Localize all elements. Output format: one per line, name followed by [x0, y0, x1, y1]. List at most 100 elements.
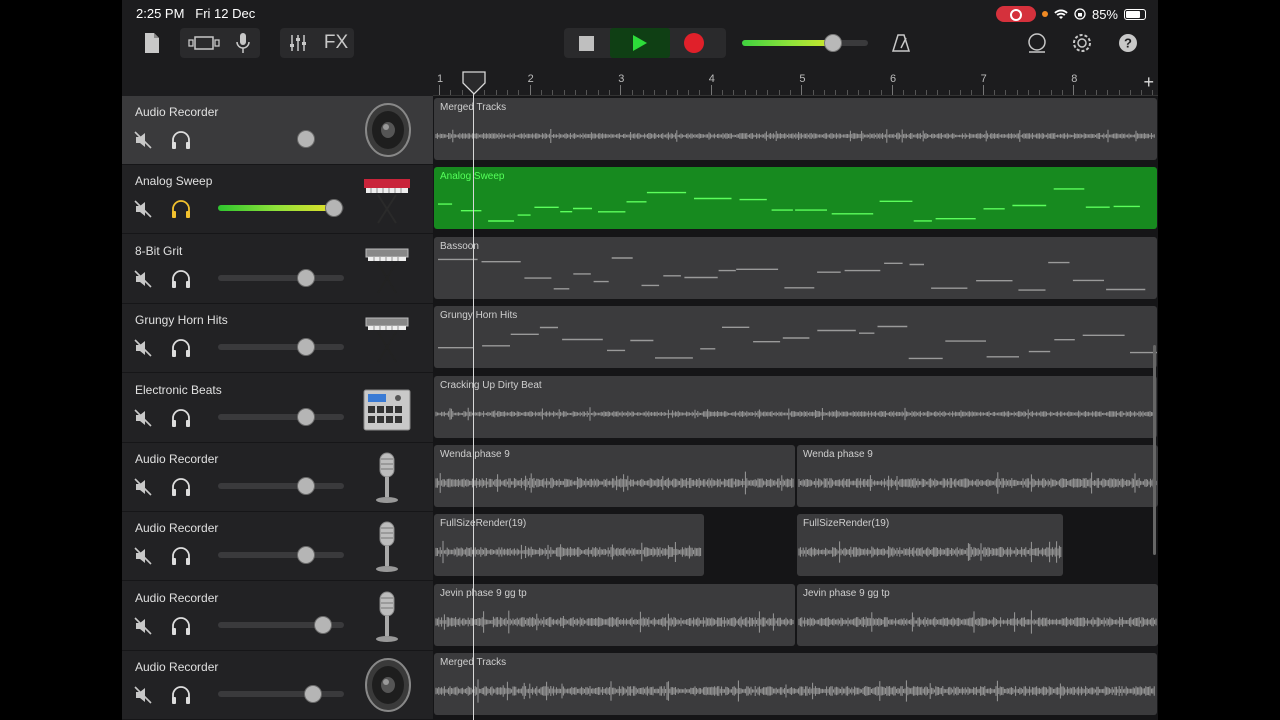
track-volume-knob[interactable]	[314, 615, 332, 634]
track-lane[interactable]: Cracking Up Dirty Beat	[433, 374, 1158, 443]
track-header[interactable]: Audio Recorder	[122, 582, 433, 651]
track-volume-knob[interactable]	[297, 268, 315, 287]
beat-tick	[1118, 90, 1120, 95]
region[interactable]: Merged Tracks	[434, 653, 1157, 716]
track-lane[interactable]: Wenda phase 9 Wenda phase 9	[433, 443, 1158, 512]
screen-recording-icon[interactable]	[995, 6, 1036, 22]
mute-icon[interactable]	[133, 546, 153, 566]
track-lane[interactable]: Analog Sweep	[433, 165, 1158, 234]
document-icon[interactable]	[140, 28, 164, 58]
vertical-scrollbar[interactable]	[1153, 345, 1156, 555]
track-volume-slider[interactable]	[218, 199, 344, 218]
track-volume-slider[interactable]	[218, 685, 344, 704]
headphones-icon[interactable]	[170, 477, 192, 497]
headphones-icon[interactable]	[170, 408, 192, 428]
beat-tick	[574, 90, 576, 95]
track-volume-knob[interactable]	[297, 130, 315, 148]
bar-tick	[1073, 85, 1075, 95]
track-volume-slider[interactable]	[218, 546, 344, 565]
playhead-handle[interactable]	[462, 71, 486, 95]
region[interactable]: Wenda phase 9	[797, 445, 1158, 507]
headphones-icon[interactable]	[170, 338, 192, 358]
beat-tick	[948, 90, 950, 95]
tracks-area[interactable]: Merged Tracks Analog Sweep Bassoon Grungy H…	[433, 96, 1158, 720]
region[interactable]: Bassoon	[434, 236, 1157, 299]
microphone-icon[interactable]	[358, 516, 416, 576]
headphones-icon[interactable]	[170, 685, 192, 705]
track-header[interactable]: Audio Recorder	[122, 443, 433, 512]
region[interactable]: Wenda phase 9	[434, 445, 795, 507]
track-header[interactable]: Analog Sweep	[122, 165, 433, 235]
track-volume-knob[interactable]	[325, 199, 343, 218]
track-lane[interactable]: Jevin phase 9 gg tp Jevin phase 9 gg tp	[433, 582, 1158, 651]
headphones-icon[interactable]	[170, 269, 192, 289]
mute-icon[interactable]	[133, 616, 153, 636]
track-volume-slider[interactable]	[218, 407, 344, 426]
track-header[interactable]: Audio Recorder	[122, 651, 433, 720]
region[interactable]: Cracking Up Dirty Beat	[434, 375, 1157, 438]
track-lane[interactable]: Merged Tracks	[433, 96, 1158, 165]
metronome-icon[interactable]	[888, 28, 914, 58]
mute-icon[interactable]	[133, 477, 153, 497]
view-toggle-icon[interactable]	[186, 28, 222, 58]
headphones-icon[interactable]	[170, 616, 192, 636]
help-icon[interactable]: ?	[1115, 28, 1141, 58]
bar-number: 7	[980, 73, 987, 85]
track-volume-knob[interactable]	[297, 338, 315, 357]
microphone-icon[interactable]	[358, 447, 416, 507]
master-volume-slider[interactable]	[742, 34, 868, 52]
master-volume-knob[interactable]	[824, 34, 842, 52]
region[interactable]: Analog Sweep	[434, 167, 1157, 230]
track-volume-slider[interactable]	[218, 130, 344, 148]
speaker-icon[interactable]	[358, 655, 416, 715]
track-lane[interactable]: FullSizeRender(19) FullSizeRender(19)	[433, 512, 1158, 581]
synth-keyboard-icon[interactable]	[358, 169, 416, 229]
region[interactable]: Grungy Horn Hits	[434, 306, 1157, 369]
track-header[interactable]: Audio Recorder	[122, 512, 433, 582]
mute-icon[interactable]	[133, 199, 153, 219]
fx-button[interactable]: FX	[322, 28, 350, 58]
track-volume-knob[interactable]	[304, 685, 322, 704]
mute-icon[interactable]	[133, 408, 153, 428]
track-volume-knob[interactable]	[297, 546, 315, 565]
stop-icon[interactable]	[570, 28, 602, 58]
track-lane[interactable]: Grungy Horn Hits	[433, 304, 1158, 373]
mute-icon[interactable]	[133, 269, 153, 289]
track-volume-slider[interactable]	[218, 615, 344, 634]
mixer-icon[interactable]	[285, 28, 311, 58]
speaker-icon[interactable]	[358, 100, 416, 160]
headphones-icon[interactable]	[170, 130, 192, 150]
record-icon[interactable]	[678, 28, 710, 58]
keyboard-stand-icon[interactable]	[358, 239, 416, 299]
play-icon[interactable]	[610, 28, 670, 58]
region[interactable]: Jevin phase 9 gg tp	[797, 583, 1158, 646]
keyboard-stand-icon[interactable]	[358, 308, 416, 368]
region[interactable]: FullSizeRender(19)	[434, 514, 704, 577]
loop-icon[interactable]	[1024, 28, 1050, 58]
track-volume-slider[interactable]	[218, 338, 344, 357]
region[interactable]: Jevin phase 9 gg tp	[434, 583, 795, 646]
track-volume-slider[interactable]	[218, 268, 344, 287]
track-header[interactable]: Grungy Horn Hits	[122, 304, 433, 374]
beat-tick	[1141, 90, 1143, 95]
mute-icon[interactable]	[133, 130, 153, 150]
timeline-ruler[interactable]: + 12345678	[433, 70, 1158, 96]
drum-machine-icon[interactable]	[358, 378, 416, 438]
track-lane[interactable]: Merged Tracks	[433, 651, 1158, 720]
region[interactable]: Merged Tracks	[434, 98, 1157, 160]
region[interactable]: FullSizeRender(19)	[797, 514, 1063, 577]
mute-icon[interactable]	[133, 685, 153, 705]
headphones-icon[interactable]	[170, 199, 192, 219]
headphones-icon[interactable]	[170, 546, 192, 566]
track-header[interactable]: Audio Recorder	[122, 96, 433, 165]
track-header[interactable]: 8-Bit Grit	[122, 235, 433, 304]
microphone-icon[interactable]	[358, 586, 416, 646]
track-header[interactable]: Electronic Beats	[122, 374, 433, 443]
track-volume-knob[interactable]	[297, 407, 315, 426]
mute-icon[interactable]	[133, 338, 153, 358]
track-lane[interactable]: Bassoon	[433, 235, 1158, 304]
track-volume-slider[interactable]	[218, 477, 344, 495]
microphone-icon[interactable]	[230, 28, 256, 58]
track-volume-knob[interactable]	[297, 477, 315, 495]
settings-icon[interactable]	[1069, 28, 1095, 58]
